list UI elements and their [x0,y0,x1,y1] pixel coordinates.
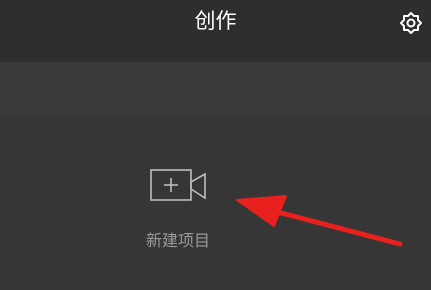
top-bar: 创作 [0,0,431,62]
page-title: 创作 [194,9,237,33]
app-screen: 创作 新建项目 [0,0,431,290]
new-project-label: 新建项目 [145,231,210,250]
new-project-button[interactable]: 新建项目 [128,158,228,258]
gear-icon [398,10,424,36]
settings-button[interactable] [398,10,424,36]
video-camera-plus-icon [150,168,208,204]
sub-band [0,62,431,117]
